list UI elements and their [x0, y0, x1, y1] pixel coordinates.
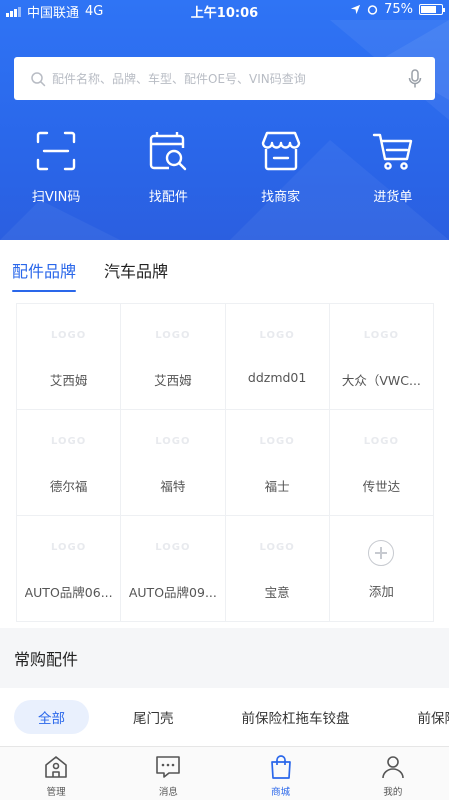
scan-icon	[36, 131, 76, 171]
frequent-parts-chips: 全部 尾门壳 前保险杠拖车铰盘 前保险	[0, 688, 449, 746]
cart-icon	[372, 133, 413, 170]
brand-name: 宝意	[264, 585, 290, 600]
brand-tile[interactable]: LOGO 艾西姆	[17, 304, 122, 410]
quick-action-label: 找商家	[261, 190, 301, 205]
quick-action-purchase-order[interactable]: 进货单	[337, 130, 449, 205]
brand-tile[interactable]: LOGO ddzmd01	[225, 304, 330, 410]
microphone-icon[interactable]	[407, 68, 423, 89]
brand-tile[interactable]: LOGO 福士	[225, 410, 330, 516]
chip-part[interactable]: 前保险杠拖车铰盘	[218, 700, 374, 734]
quick-action-find-parts[interactable]: 找配件	[112, 130, 224, 205]
brand-tile[interactable]: LOGO 德尔福	[17, 410, 122, 516]
chip-part[interactable]: 尾门壳	[109, 700, 198, 734]
tab-label: 我的	[383, 787, 403, 798]
tab-messages[interactable]: 消息	[112, 747, 224, 800]
brand-name: 福特	[160, 479, 186, 494]
brand-tile[interactable]: LOGO 大众（VWC...	[329, 304, 434, 410]
add-brand-label: 添加	[368, 584, 394, 599]
brand-tile[interactable]: LOGO 宝意	[225, 516, 330, 622]
quick-action-find-merchant[interactable]: 找商家	[225, 130, 337, 205]
header: 中国联通 4G 上午10:06 75% 配件名称、品牌、车型、配件OE号、VIN…	[0, 0, 449, 240]
quick-action-label: 找配件	[148, 190, 188, 205]
brand-name: 传世达	[362, 479, 401, 494]
brand-tabs: 配件品牌 汽车品牌	[12, 258, 168, 292]
search-bar[interactable]	[14, 57, 435, 100]
add-brand-button[interactable]: 添加	[329, 516, 434, 622]
tab-parts-brands[interactable]: 配件品牌	[12, 258, 77, 292]
brand-tile[interactable]: LOGO 艾西姆	[121, 304, 226, 410]
chip-part[interactable]: 前保险	[394, 700, 449, 734]
brand-logo: LOGO	[155, 436, 191, 447]
brand-logo: LOGO	[259, 436, 295, 447]
brand-logo: LOGO	[51, 330, 87, 341]
brand-logo: LOGO	[259, 330, 295, 341]
brand-logo: LOGO	[51, 542, 87, 553]
brand-name: 德尔福	[49, 479, 88, 494]
shopping-bag-icon	[270, 755, 291, 779]
brand-logo: LOGO	[363, 330, 399, 341]
tab-mall[interactable]: 商城	[225, 747, 337, 800]
message-icon	[156, 756, 181, 778]
quick-action-label: 扫VIN码	[31, 190, 81, 205]
brand-name: 艾西姆	[154, 373, 192, 388]
brand-name: 艾西姆	[49, 373, 88, 388]
plus-circle-icon	[368, 540, 395, 566]
brand-logo: LOGO	[363, 436, 399, 447]
brand-tile[interactable]: LOGO 传世达	[329, 410, 434, 516]
search-input[interactable]	[52, 71, 407, 86]
tab-label: 商城	[271, 787, 291, 798]
store-icon	[261, 131, 300, 171]
battery-percent: 75%	[384, 2, 413, 17]
tab-profile[interactable]: 我的	[337, 747, 449, 800]
brands-card: 配件品牌 汽车品牌 LOGO 艾西姆 LOGO 艾西姆 LOGO ddzmd01 LO…	[0, 240, 449, 628]
battery-icon	[419, 4, 445, 15]
tab-car-brands[interactable]: 汽车品牌	[104, 258, 168, 292]
quick-actions: 扫VIN码 找配件 找商家 进货单	[0, 130, 449, 205]
user-icon	[382, 756, 404, 779]
brand-name: AUTO品牌06...	[24, 585, 113, 600]
status-bar: 中国联通 4G 上午10:06 75%	[0, 0, 449, 21]
frequent-parts-title: 常购配件	[14, 650, 79, 669]
location-arrow-icon	[351, 4, 361, 15]
brand-name: ddzmd01	[247, 370, 307, 385]
brand-name: 大众（VWC...	[341, 373, 421, 388]
brand-grid: LOGO 艾西姆 LOGO 艾西姆 LOGO ddzmd01 LOGO 大众（VWC..…	[16, 303, 434, 622]
search-icon	[31, 71, 46, 86]
tab-label: 消息	[158, 787, 178, 798]
brand-logo: LOGO	[259, 542, 295, 553]
brand-logo: LOGO	[51, 436, 87, 447]
parts-search-icon	[150, 132, 187, 171]
bottom-tab-bar: 管理 消息 商城 我的	[0, 746, 449, 800]
brand-logo: LOGO	[155, 330, 191, 341]
app-root: 中国联通 4G 上午10:06 75% 配件名称、品牌、车型、配件OE号、VIN…	[0, 0, 449, 800]
quick-action-scan-vin[interactable]: 扫VIN码	[0, 130, 112, 205]
brand-tile[interactable]: LOGO AUTO品牌06...	[17, 516, 122, 622]
brand-logo: LOGO	[155, 542, 191, 553]
brand-tile[interactable]: LOGO AUTO品牌09...	[121, 516, 226, 622]
brand-name: AUTO品牌09...	[128, 585, 217, 600]
tab-manage[interactable]: 管理	[0, 747, 112, 800]
brand-tile[interactable]: LOGO 福特	[121, 410, 226, 516]
home-icon	[45, 756, 67, 778]
tab-label: 管理	[46, 787, 66, 798]
chip-all[interactable]: 全部	[14, 700, 89, 734]
alarm-icon	[367, 5, 378, 15]
quick-action-label: 进货单	[373, 190, 413, 205]
brand-name: 福士	[264, 479, 290, 494]
